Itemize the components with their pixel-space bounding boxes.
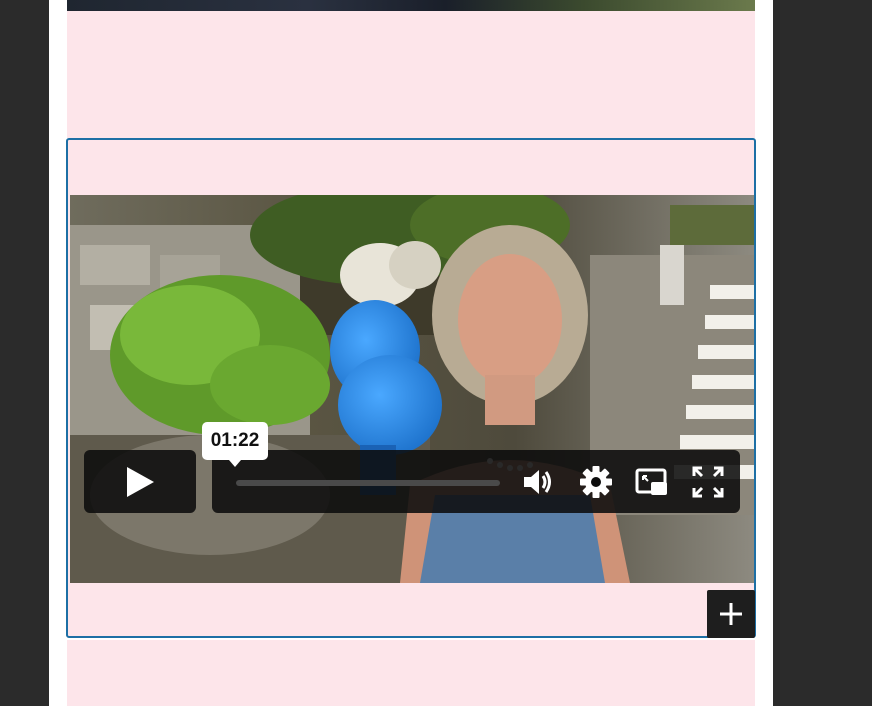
previous-block[interactable]: [67, 0, 755, 138]
right-gutter: [773, 0, 872, 706]
add-block-button[interactable]: [707, 590, 755, 638]
selected-video-block[interactable]: 01:22: [66, 138, 756, 638]
play-button[interactable]: [84, 450, 196, 513]
volume-button[interactable]: [520, 464, 556, 500]
gear-icon: [580, 466, 612, 498]
video-poster[interactable]: [70, 195, 754, 583]
time-tooltip: 01:22: [202, 422, 268, 467]
next-block[interactable]: [67, 640, 755, 706]
tooltip-tail: [229, 460, 241, 467]
settings-button[interactable]: [578, 464, 614, 500]
time-tooltip-text: 01:22: [210, 430, 260, 451]
volume-icon: [524, 470, 551, 494]
fullscreen-button[interactable]: [690, 464, 726, 500]
video-controls-bar: [212, 450, 740, 513]
fullscreen-icon: [692, 466, 724, 498]
left-gutter: [0, 0, 49, 706]
picture-in-picture-icon: [635, 468, 667, 495]
play-icon: [127, 466, 154, 497]
previous-image-bottom-edge: [67, 0, 755, 11]
video-frame-image: [70, 195, 754, 583]
plus-icon: [720, 603, 742, 625]
progress-slider[interactable]: [236, 480, 500, 486]
picture-in-picture-button[interactable]: [634, 464, 670, 500]
